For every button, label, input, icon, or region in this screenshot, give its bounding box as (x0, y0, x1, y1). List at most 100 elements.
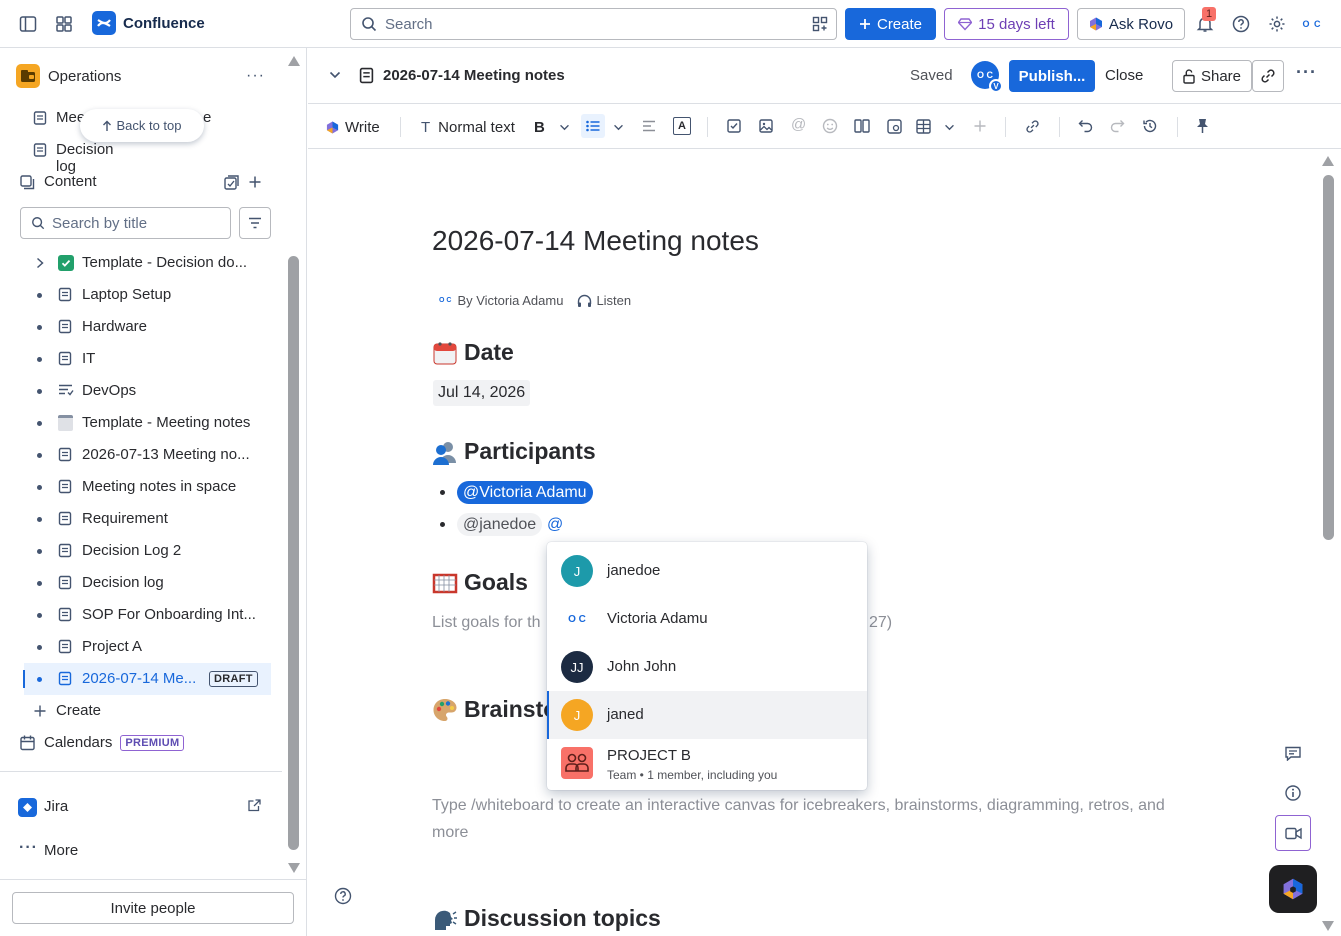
tree-item[interactable]: Hardware (24, 311, 271, 343)
template-check-icon (224, 175, 239, 190)
comments-button[interactable] (1275, 735, 1311, 771)
image-icon[interactable] (759, 119, 773, 133)
plus-icon (34, 705, 46, 717)
listen-button[interactable]: Listen (577, 293, 631, 308)
app-switcher-icon[interactable] (52, 12, 76, 36)
pin-toolbar-icon[interactable] (1196, 118, 1209, 134)
layout-columns-icon[interactable] (854, 119, 870, 133)
text-style-dropdown[interactable]: T Normal text (421, 116, 515, 138)
tree-item[interactable]: IT (24, 343, 271, 375)
link-icon[interactable] (1025, 119, 1040, 134)
help-icon[interactable] (1229, 12, 1253, 36)
unlock-icon (1183, 68, 1195, 84)
goals-placeholder[interactable]: List goals for th (432, 609, 541, 636)
tree-item[interactable]: Template - Decision do... (24, 247, 271, 279)
tree-item[interactable]: Decision Log 2 (24, 535, 271, 567)
sidebar-scrollbar[interactable] (288, 256, 299, 850)
more-dots-icon: ··· (19, 839, 38, 856)
sidebar-toggle-icon[interactable] (16, 12, 40, 36)
link-icon (1261, 69, 1275, 83)
whiteboard-placeholder[interactable]: Type /whiteboard to create an interactiv… (432, 792, 1192, 846)
date-lozenge[interactable]: Jul 14, 2026 (433, 380, 531, 406)
undo-icon[interactable] (1078, 119, 1093, 133)
mention-chip[interactable]: @janedoe (457, 513, 543, 536)
tree-item[interactable]: Meeting notes in space (24, 471, 271, 503)
details-button[interactable] (1275, 775, 1311, 811)
page-icon (58, 607, 72, 622)
invite-people-button[interactable]: Invite people (12, 892, 294, 924)
sidebar: Operations ··· Mee e Decision log Conten… (0, 48, 307, 936)
close-button[interactable]: Close (1105, 67, 1143, 84)
rovo-chat-button[interactable] (1269, 865, 1317, 913)
tree-item[interactable]: Decision log (24, 567, 271, 599)
space-more-icon[interactable]: ··· (246, 67, 265, 85)
text-color-icon[interactable]: A (673, 117, 691, 135)
publish-button[interactable]: Publish... (1009, 60, 1095, 92)
author-byline[interactable]: By Victoria Adamu (457, 293, 563, 308)
rovo-write-icon (326, 120, 339, 134)
tree-item[interactable]: Project A (24, 631, 271, 663)
tree-item[interactable]: DevOps (24, 375, 271, 407)
mention-option-highlighted[interactable]: J janed (547, 691, 867, 739)
loop-component-icon[interactable] (887, 119, 902, 134)
arrow-up-icon (103, 120, 112, 131)
tree-item[interactable]: Requirement (24, 503, 271, 535)
page-icon (58, 511, 72, 526)
create-button[interactable]: Create (845, 8, 936, 40)
table-icon[interactable] (916, 119, 931, 134)
emoji-icon[interactable] (822, 118, 838, 134)
bullet-list-button[interactable] (581, 114, 605, 138)
list-page-icon (59, 384, 74, 396)
tree-item-current-draft[interactable]: 2026-07-14 Me... DRAFT (23, 663, 271, 695)
chevron-down-icon[interactable] (559, 124, 570, 131)
copy-link-button[interactable] (1252, 60, 1284, 92)
document-title[interactable]: 2026-07-14 Meeting notes (432, 225, 759, 257)
back-to-top-button[interactable]: Back to top (80, 109, 204, 142)
filter-icon (249, 217, 261, 229)
mention-icon[interactable]: @ (791, 116, 806, 133)
tree-item[interactable]: Laptop Setup (24, 279, 271, 311)
history-icon[interactable] (1142, 118, 1158, 134)
video-record-button[interactable] (1275, 815, 1311, 851)
chevron-down-icon[interactable] (944, 124, 955, 131)
profile-avatar[interactable]: O C (1300, 12, 1324, 36)
editor-help-icon[interactable] (334, 887, 352, 905)
mention-chip-selected[interactable]: @Victoria Adamu (457, 481, 593, 504)
sidebar-scroll-up-icon[interactable] (288, 56, 300, 66)
chevron-down-icon[interactable] (613, 124, 624, 131)
confluence-logo[interactable]: Confluence (92, 11, 205, 35)
jira-item[interactable]: Jira (0, 791, 280, 823)
mention-option[interactable]: JJ John John (547, 643, 867, 691)
search-by-title-input[interactable]: Search by title (20, 207, 231, 239)
ask-rovo-button[interactable]: Ask Rovo (1077, 8, 1185, 40)
mention-option[interactable]: O C Victoria Adamu (547, 595, 867, 643)
user-avatar: J (561, 555, 593, 587)
tree-item[interactable]: Template - Meeting notes (24, 407, 271, 439)
main-scrollbar[interactable] (1323, 175, 1334, 540)
space-header[interactable]: Operations ··· (16, 60, 276, 92)
jira-logo-icon (18, 798, 37, 817)
mention-option[interactable]: J janedoe (547, 547, 867, 595)
global-search-input[interactable]: Search (350, 8, 837, 40)
tree-item[interactable]: 2026-07-13 Meeting no... (24, 439, 271, 471)
mention-trigger-text[interactable]: @ (547, 516, 563, 534)
filter-button[interactable] (239, 207, 271, 239)
insert-plus-icon[interactable] (974, 120, 986, 132)
settings-gear-icon[interactable] (1265, 12, 1289, 36)
bold-button[interactable]: B (534, 116, 545, 138)
redo-icon[interactable] (1110, 119, 1125, 133)
action-item-icon[interactable] (727, 119, 741, 133)
trial-button[interactable]: 15 days left (944, 8, 1069, 40)
align-left-icon[interactable] (642, 120, 656, 132)
mention-option-team[interactable]: PROJECT B Team • 1 member, including you (547, 739, 867, 787)
write-mode-toggle[interactable]: Write (326, 116, 380, 138)
chevron-down-icon[interactable] (329, 71, 341, 79)
more-actions-icon[interactable]: ··· (1296, 62, 1317, 83)
main-scroll-up-icon[interactable] (1322, 156, 1334, 166)
tree-item[interactable]: SOP For Onboarding Int... (24, 599, 271, 631)
confluence-logo-icon (92, 11, 116, 35)
share-button[interactable]: Share (1172, 60, 1252, 92)
main-scroll-down-icon[interactable] (1322, 921, 1334, 931)
content-section-header[interactable]: Content (0, 166, 280, 198)
sidebar-scroll-down-icon[interactable] (288, 863, 300, 873)
